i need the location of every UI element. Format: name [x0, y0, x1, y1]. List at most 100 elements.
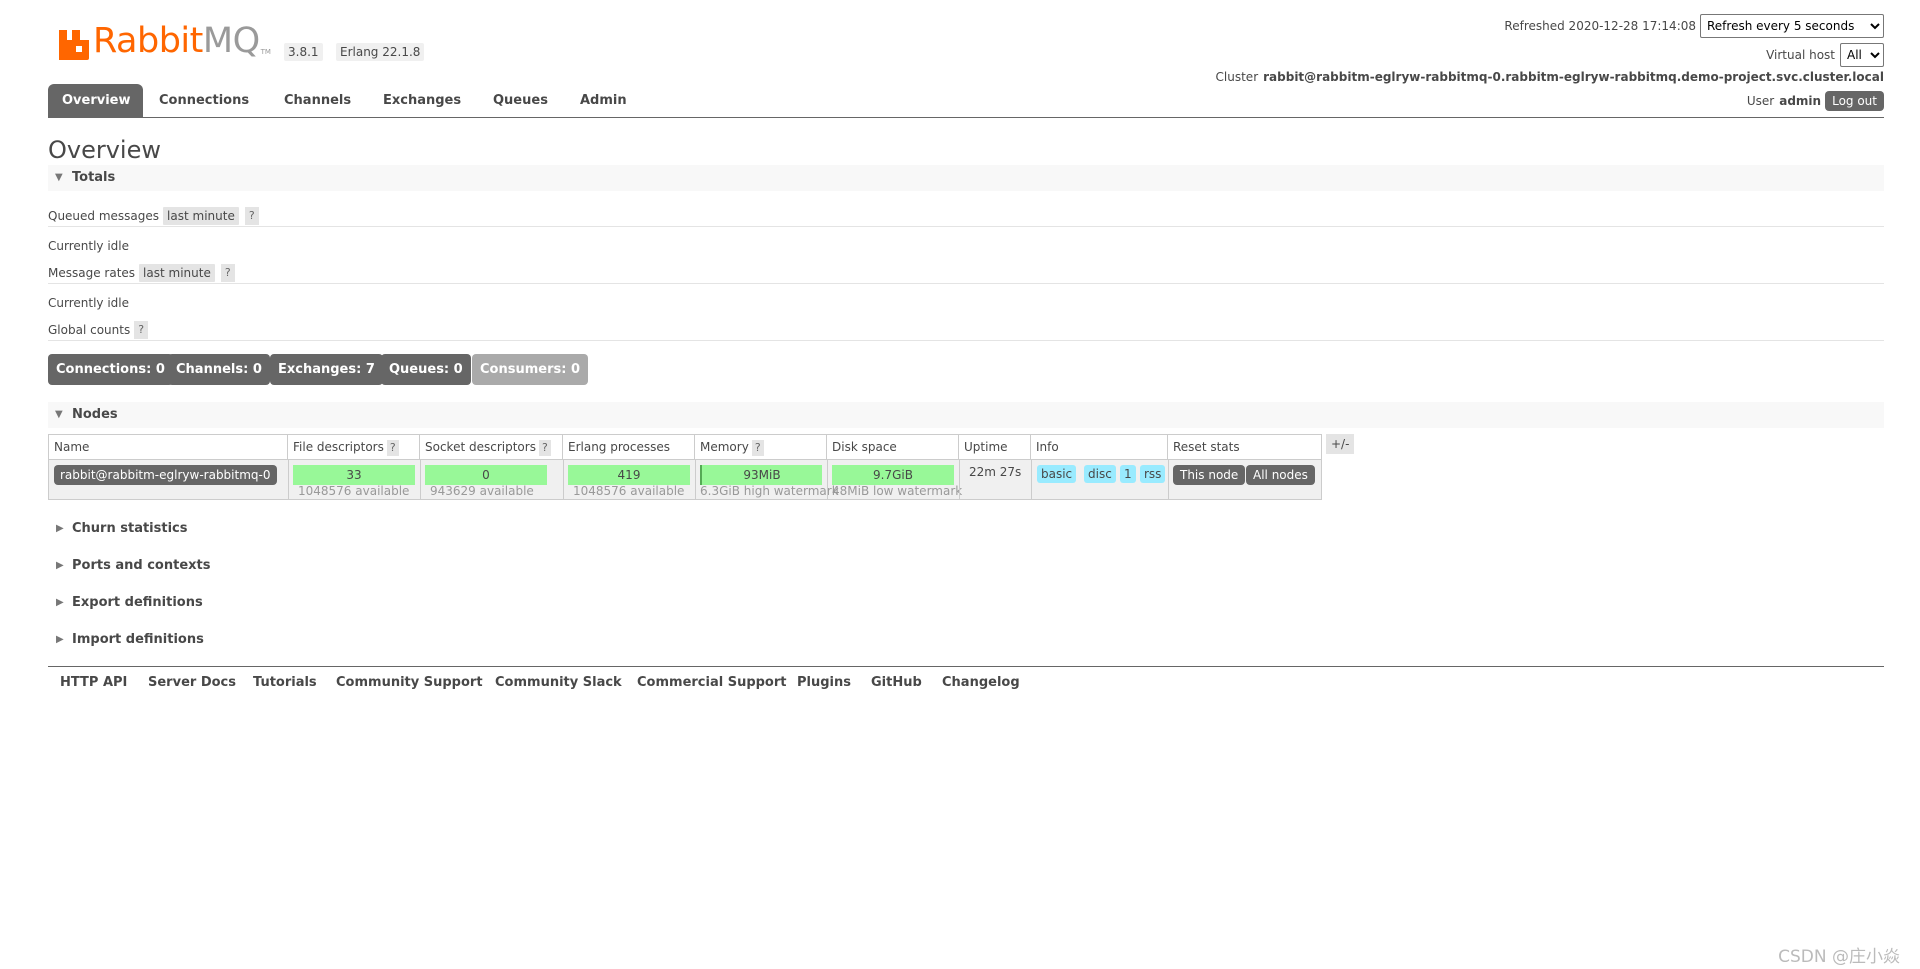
- cluster-name: rabbit@rabbitm-eglryw-rabbitmq-0.rabbitm…: [1263, 70, 1884, 84]
- column-divider: [420, 460, 421, 500]
- ports-and-contexts-toggle[interactable]: ▶ Ports and contexts: [48, 556, 210, 576]
- connections-count-button[interactable]: Connections: 0: [48, 354, 173, 385]
- tab-queues[interactable]: Queues: [479, 84, 562, 117]
- vhost-select[interactable]: All: [1840, 43, 1884, 67]
- help-icon[interactable]: ?: [538, 440, 551, 456]
- main-tabs: Overview Connections Channels Exchanges …: [48, 84, 1884, 118]
- vhost-row: Virtual host All: [1766, 43, 1884, 67]
- column-toggle-button[interactable]: +/-: [1326, 434, 1355, 454]
- file-descriptors-bar: 33: [293, 465, 415, 485]
- socket-descriptors-available: 943629 available: [430, 484, 534, 498]
- queued-range-selector[interactable]: last minute: [163, 207, 239, 225]
- column-header-memory: Memory?: [695, 435, 827, 459]
- divider: [48, 340, 1884, 341]
- queues-count-button[interactable]: Queues: 0: [381, 354, 471, 385]
- tab-channels[interactable]: Channels: [270, 84, 365, 117]
- tab-admin[interactable]: Admin: [566, 84, 641, 117]
- collapse-triangle-icon: ▶: [56, 560, 64, 571]
- footer-link-tutorials[interactable]: Tutorials: [253, 675, 317, 690]
- node-row: rabbit@rabbitm-eglryw-rabbitmq-0 33 1048…: [49, 459, 1321, 500]
- global-counts-label: Global counts: [48, 323, 131, 337]
- footer-links: HTTP API Server Docs Tutorials Community…: [48, 666, 1884, 698]
- column-divider: [695, 460, 696, 500]
- section-label: Import definitions: [72, 632, 204, 647]
- column-divider: [563, 460, 564, 500]
- queued-messages-row: Queued messages last minute ?: [48, 207, 1884, 225]
- column-header-reset-stats: Reset stats: [1168, 435, 1321, 459]
- info-chip-rss: rss: [1140, 465, 1166, 483]
- help-icon[interactable]: ?: [386, 440, 399, 456]
- reset-this-node-button[interactable]: This node: [1173, 465, 1246, 485]
- footer-link-server-docs[interactable]: Server Docs: [148, 675, 236, 690]
- expand-triangle-icon: ▼: [55, 172, 63, 183]
- erlang-processes-bar: 419: [568, 465, 690, 485]
- socket-descriptors-bar: 0: [425, 465, 547, 485]
- csdn-watermark: CSDN @庄小焱: [1778, 947, 1900, 967]
- column-header-file-descriptors: File descriptors?: [288, 435, 420, 459]
- help-icon[interactable]: ?: [220, 264, 235, 282]
- column-header-label: Memory: [700, 440, 749, 454]
- file-descriptors-available: 1048576 available: [298, 484, 410, 498]
- column-header-info: Info: [1031, 435, 1168, 459]
- column-header-label: File descriptors: [293, 440, 384, 454]
- help-icon[interactable]: ?: [134, 321, 149, 339]
- refresh-row: Refreshed 2020-12-28 17:14:08 Refresh ev…: [1504, 14, 1884, 38]
- node-name-link[interactable]: rabbit@rabbitm-eglryw-rabbitmq-0: [54, 465, 277, 485]
- column-header-erlang-processes: Erlang processes: [563, 435, 695, 459]
- exchanges-count-button[interactable]: Exchanges: 7: [270, 354, 383, 385]
- uptime-value: 22m 27s: [969, 465, 1022, 479]
- section-label: Churn statistics: [72, 521, 188, 536]
- nodes-section-toggle[interactable]: ▼ Nodes: [48, 402, 1884, 428]
- memory-watermark: 6.3GiB high watermark: [700, 484, 839, 498]
- collapse-triangle-icon: ▶: [56, 634, 64, 645]
- column-divider: [288, 460, 289, 500]
- help-icon[interactable]: ?: [244, 207, 259, 225]
- reset-all-nodes-button[interactable]: All nodes: [1246, 465, 1315, 485]
- footer-link-commercial-support[interactable]: Commercial Support: [637, 675, 787, 690]
- column-header-name: Name: [49, 435, 288, 459]
- footer-link-community-support[interactable]: Community Support: [336, 675, 483, 690]
- column-header-uptime: Uptime: [959, 435, 1031, 459]
- cluster-label: Cluster: [1215, 70, 1259, 84]
- info-chip-disc: disc: [1084, 465, 1116, 483]
- rates-range-selector[interactable]: last minute: [139, 264, 215, 282]
- refreshed-timestamp: Refreshed 2020-12-28 17:14:08: [1504, 19, 1696, 33]
- disk-watermark: 48MiB low watermark: [832, 484, 963, 498]
- info-chip-basic: basic: [1037, 465, 1077, 483]
- expand-triangle-icon: ▼: [55, 409, 63, 420]
- column-divider: [827, 460, 828, 500]
- divider: [48, 226, 1884, 227]
- footer-link-changelog[interactable]: Changelog: [942, 675, 1020, 690]
- memory-bar: 93MiB: [700, 465, 822, 485]
- cluster-row: Cluster rabbit@rabbitm-eglryw-rabbitmq-0…: [1216, 70, 1884, 84]
- erlang-processes-available: 1048576 available: [573, 484, 685, 498]
- logo-tm: TM: [260, 48, 271, 56]
- channels-count-button[interactable]: Channels: 0: [168, 354, 270, 385]
- disk-space-bar: 9.7GiB: [832, 465, 954, 485]
- divider: [48, 283, 1884, 284]
- column-divider: [959, 460, 960, 500]
- refresh-interval-select[interactable]: Refresh every 5 seconds: [1700, 14, 1884, 38]
- export-definitions-toggle[interactable]: ▶ Export definitions: [48, 593, 203, 613]
- erlang-version-badge: Erlang 22.1.8: [336, 43, 425, 61]
- footer-link-http-api[interactable]: HTTP API: [60, 675, 127, 690]
- column-header-label: Socket descriptors: [425, 440, 536, 454]
- help-icon[interactable]: ?: [751, 440, 764, 456]
- nodes-table: Name File descriptors? Socket descriptor…: [48, 434, 1322, 500]
- app-root: RabbitMQ TM 3.8.1 Erlang 22.1.8 Refreshe…: [48, 0, 1884, 969]
- rabbitmq-logo: RabbitMQ TM: [59, 22, 271, 60]
- import-definitions-toggle[interactable]: ▶ Import definitions: [48, 630, 204, 650]
- consumers-count-button[interactable]: Consumers: 0: [472, 354, 589, 385]
- logo-wordmark: RabbitMQ: [93, 21, 260, 61]
- churn-statistics-toggle[interactable]: ▶ Churn statistics: [48, 519, 188, 539]
- footer-link-github[interactable]: GitHub: [871, 675, 922, 690]
- nodes-heading: Nodes: [72, 407, 118, 422]
- footer-link-plugins[interactable]: Plugins: [797, 675, 851, 690]
- tab-overview[interactable]: Overview: [48, 84, 143, 117]
- totals-section-toggle[interactable]: ▼ Totals: [48, 165, 1884, 191]
- info-chip-count: 1: [1120, 465, 1136, 483]
- footer-link-community-slack[interactable]: Community Slack: [495, 675, 622, 690]
- tab-connections[interactable]: Connections: [145, 84, 263, 117]
- column-header-disk-space: Disk space: [827, 435, 959, 459]
- tab-exchanges[interactable]: Exchanges: [369, 84, 475, 117]
